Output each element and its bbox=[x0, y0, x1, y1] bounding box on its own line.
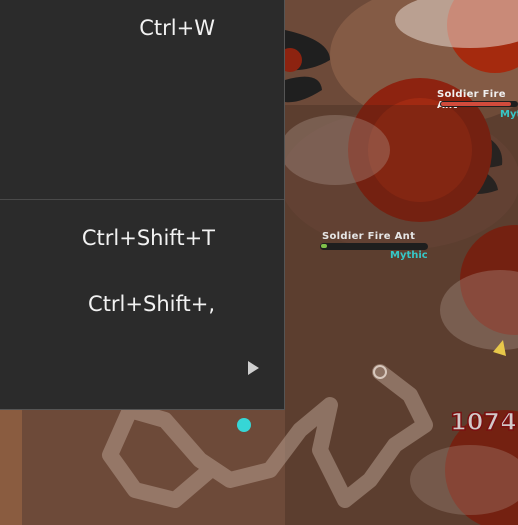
mob-name-label: Soldier Fire Ant bbox=[322, 231, 416, 242]
context-menu: Ctrl+W Ctrl+Shift+T Ctrl+Shift+, bbox=[0, 0, 285, 410]
menu-separator bbox=[0, 199, 284, 200]
shortcut-label: Ctrl+W bbox=[139, 16, 215, 40]
mob-health-bar bbox=[440, 101, 518, 107]
shortcut-label: Ctrl+Shift+, bbox=[88, 292, 215, 316]
menu-item-reopen-closed-tab[interactable]: Ctrl+Shift+T bbox=[0, 210, 284, 268]
mob-name-label: Soldier Fire Ant bbox=[437, 89, 506, 111]
shortcut-label: Ctrl+Shift+T bbox=[81, 226, 215, 250]
menu-item-submenu[interactable] bbox=[0, 346, 284, 390]
menu-item-close-tab[interactable]: Ctrl+W bbox=[0, 0, 284, 62]
mob-health-bar bbox=[320, 243, 428, 250]
mob-rarity-label: Mythic bbox=[390, 250, 428, 261]
damage-number: 1074 bbox=[449, 407, 517, 437]
submenu-arrow-icon bbox=[248, 361, 259, 375]
mob-rarity-label: Mythic bbox=[500, 109, 518, 120]
menu-item-settings[interactable]: Ctrl+Shift+, bbox=[0, 276, 284, 334]
